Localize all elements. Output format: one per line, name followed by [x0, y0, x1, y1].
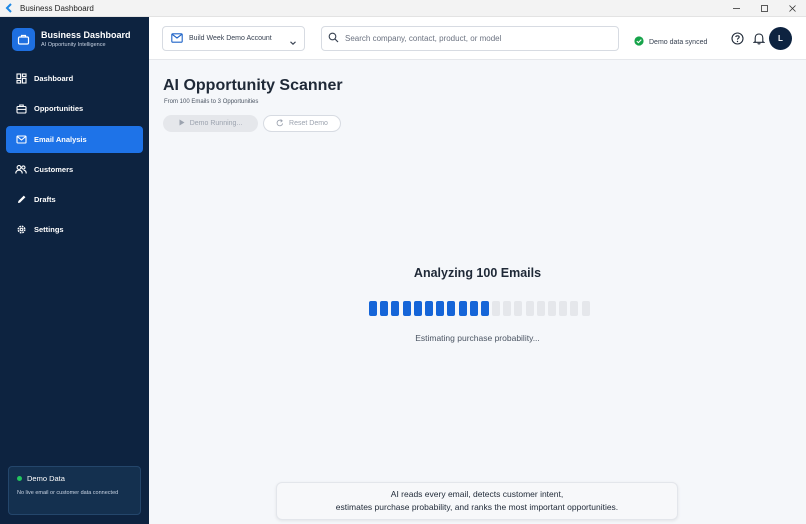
main-content: AI Opportunity Scanner From 100 Emails t… — [149, 60, 806, 524]
progress-segment — [536, 301, 545, 316]
sidebar-nav: Dashboard Opportunities Email Analysis C… — [6, 65, 143, 247]
sidebar-item-label: Email Analysis — [34, 134, 87, 144]
sidebar-item-label: Customers — [34, 164, 74, 174]
reset-demo-label: Reset Demo — [289, 120, 328, 127]
progress-segment — [492, 301, 501, 316]
progress-segment — [369, 301, 377, 316]
account-selector[interactable]: Build Week Demo Account — [162, 26, 305, 51]
gear-icon — [15, 224, 27, 236]
brand-subtitle: AI Opportunity Intelligence — [41, 41, 106, 48]
progress-segment — [514, 301, 523, 316]
sidebar-item-customers[interactable]: Customers — [6, 156, 143, 183]
info-line-2: estimates purchase probability, and rank… — [335, 502, 619, 512]
demo-card-title: Demo Data — [27, 474, 65, 483]
progress-segment — [413, 301, 422, 316]
progress-segment — [402, 301, 411, 316]
account-label: Build Week Demo Account — [189, 35, 272, 42]
info-card: AI reads every email, detects customer i… — [276, 482, 678, 520]
sidebar-item-email-analysis[interactable]: Email Analysis — [6, 125, 143, 153]
minimize-button[interactable] — [722, 0, 750, 17]
progress-segment — [436, 301, 445, 316]
top-header: Build Week Demo Account Demo data synced… — [149, 17, 806, 60]
briefcase-icon — [15, 103, 27, 115]
status-text: Estimating purchase probability... — [415, 333, 540, 343]
demo-running-label: Demo Running... — [189, 120, 243, 127]
search-box[interactable] — [321, 26, 619, 51]
sync-status-label: Demo data synced — [649, 38, 708, 46]
progress-segment — [424, 301, 433, 316]
sync-status: Demo data synced — [634, 33, 707, 51]
help-icon[interactable] — [731, 32, 744, 50]
window-titlebar: Business Dashboard — [0, 0, 806, 17]
sidebar-item-settings[interactable]: Settings — [6, 216, 143, 243]
demo-running-button[interactable]: Demo Running... — [163, 115, 258, 132]
sidebar-item-label: Dashboard — [34, 74, 74, 83]
sidebar-item-label: Settings — [34, 225, 64, 235]
brand-name: Business Dashboard — [41, 29, 131, 40]
progress-segment — [458, 301, 467, 316]
progress-segment — [480, 301, 489, 316]
sidebar-item-dashboard[interactable]: Dashboard — [6, 65, 143, 92]
pencil-icon — [15, 194, 27, 206]
mail-icon — [15, 133, 27, 145]
progress-segment — [525, 301, 534, 316]
progress-segment — [391, 301, 400, 316]
sidebar-item-label: Opportunities — [34, 104, 84, 114]
page-subtitle: From 100 Emails to 3 Opportunities — [164, 99, 259, 105]
reset-demo-button[interactable]: Reset Demo — [263, 115, 341, 132]
brand[interactable]: Business Dashboard AI Opportunity Intell… — [12, 28, 131, 51]
reset-icon — [276, 118, 284, 129]
demo-data-card: Demo Data No live email or customer data… — [8, 466, 141, 515]
sidebar-item-drafts[interactable]: Drafts — [6, 186, 143, 213]
progress-segment — [548, 301, 556, 316]
mail-icon — [171, 30, 183, 48]
close-window-button[interactable] — [778, 0, 806, 17]
bell-icon[interactable] — [752, 32, 766, 50]
progress-segment — [559, 301, 568, 316]
play-icon — [179, 119, 185, 128]
chevron-down-icon — [289, 34, 297, 52]
app-icon — [5, 3, 15, 13]
demo-card-text: No live email or customer data connected — [17, 490, 119, 496]
avatar[interactable]: L — [769, 27, 792, 50]
info-line-1: AI reads every email, detects customer i… — [390, 489, 564, 499]
check-circle-icon — [634, 33, 644, 51]
users-icon — [15, 163, 27, 175]
sidebar-item-label: Drafts — [34, 195, 56, 205]
progress-segment — [447, 301, 456, 316]
grid-icon — [15, 73, 27, 85]
search-input[interactable] — [345, 34, 605, 43]
progress-segment — [469, 301, 478, 316]
sidebar-item-opportunities[interactable]: Opportunities — [6, 95, 143, 122]
status-dot — [17, 476, 22, 481]
search-icon — [328, 30, 339, 48]
window-title: Business Dashboard — [20, 3, 94, 13]
progress-bar — [369, 301, 593, 316]
progress-segment — [570, 301, 579, 316]
progress-segment — [380, 301, 389, 316]
sidebar: Business Dashboard AI Opportunity Intell… — [0, 17, 149, 524]
progress-segment — [503, 301, 512, 316]
maximize-button[interactable] — [750, 0, 778, 17]
page-title: AI Opportunity Scanner — [163, 77, 343, 94]
analyzing-title: Analyzing 100 Emails — [413, 266, 542, 280]
briefcase-logo-icon — [12, 28, 35, 51]
progress-segment — [581, 301, 590, 316]
